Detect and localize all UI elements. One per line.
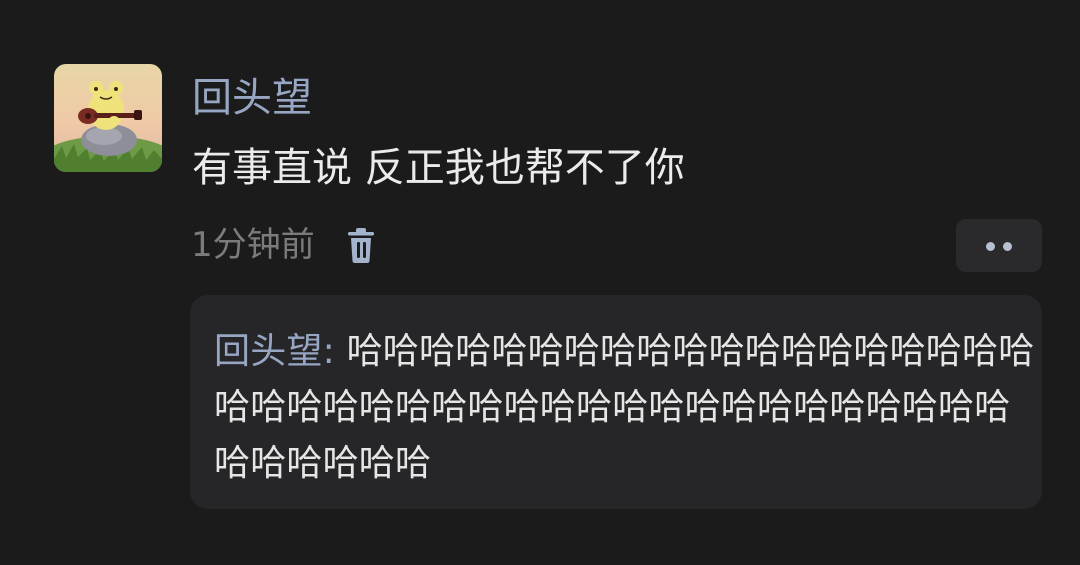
comment-text: 有事直说 反正我也帮不了你 xyxy=(192,145,685,191)
more-options-button[interactable] xyxy=(956,219,1042,272)
username[interactable]: 回头望 xyxy=(192,74,312,122)
reply-preview[interactable]: 回头望: 哈哈哈哈哈哈哈哈哈哈哈哈哈哈哈哈哈哈哈哈哈哈哈哈哈哈哈哈哈哈哈哈哈哈哈… xyxy=(190,295,1042,509)
avatar[interactable] xyxy=(54,64,162,172)
reply-separator: : xyxy=(322,331,347,372)
reply-author[interactable]: 回头望 xyxy=(214,331,323,372)
reply-content: 回头望: 哈哈哈哈哈哈哈哈哈哈哈哈哈哈哈哈哈哈哈哈哈哈哈哈哈哈哈哈哈哈哈哈哈哈哈… xyxy=(214,324,1036,492)
more-dots-icon xyxy=(986,242,995,251)
more-dots-icon xyxy=(1003,242,1012,251)
comment-item: 回头望 有事直说 反正我也帮不了你 1分钟前 回头望: 哈哈哈哈哈哈哈哈哈哈哈哈… xyxy=(0,0,1080,565)
trash-icon[interactable] xyxy=(345,227,377,265)
timestamp: 1分钟前 xyxy=(191,225,315,265)
frog-guitar-illustration xyxy=(54,64,162,172)
